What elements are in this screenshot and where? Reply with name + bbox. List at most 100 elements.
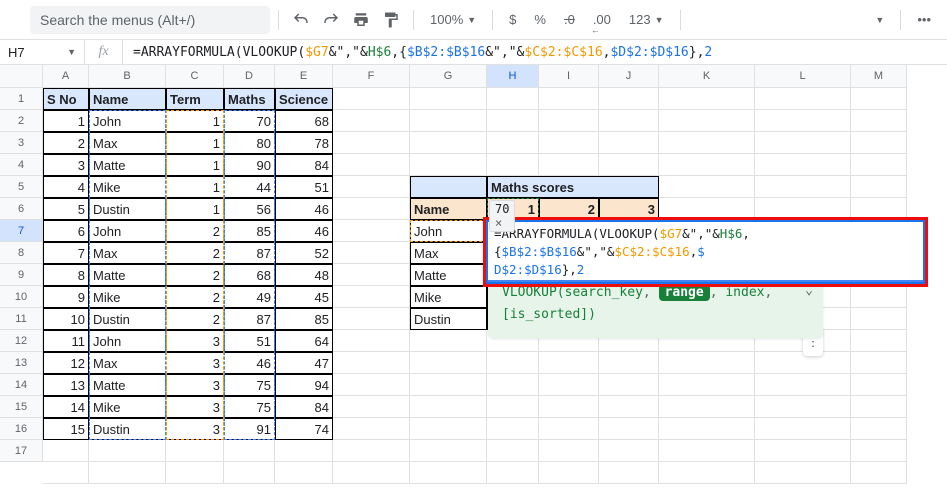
grid-cell[interactable]	[599, 154, 659, 176]
grid-cell[interactable]	[487, 418, 539, 440]
grid-cell[interactable]	[659, 88, 755, 110]
row-header-3[interactable]: 3	[0, 132, 43, 154]
grid-cell[interactable]: 51	[275, 176, 333, 198]
grid-cell[interactable]	[539, 396, 599, 418]
grid-cell[interactable]: 5	[43, 198, 89, 220]
menu-search-input[interactable]: Search the menus (Alt+/)	[30, 6, 270, 34]
grid-cell[interactable]	[333, 176, 410, 198]
grid-cell[interactable]: 75	[224, 374, 275, 396]
more-formats-dropdown[interactable]: 123▼	[621, 6, 672, 34]
paint-format-icon[interactable]	[377, 6, 405, 34]
grid-cell[interactable]	[487, 110, 539, 132]
grid-cell[interactable]	[333, 132, 410, 154]
grid-cell[interactable]: 91	[224, 418, 275, 440]
grid-cell[interactable]	[539, 418, 599, 440]
row-header-12[interactable]: 12	[0, 330, 43, 352]
grid-cell[interactable]: 56	[224, 198, 275, 220]
print-icon[interactable]	[347, 6, 375, 34]
grid-cell[interactable]	[487, 352, 539, 374]
grid-cell[interactable]: Matte	[410, 264, 487, 286]
grid-cell[interactable]: 6	[43, 220, 89, 242]
grid-cell[interactable]	[487, 396, 539, 418]
column-header-E[interactable]: E	[275, 65, 333, 88]
grid-cell[interactable]: 10	[43, 308, 89, 330]
grid-cell[interactable]	[851, 352, 907, 374]
grid-cell[interactable]: John	[89, 220, 166, 242]
grid-cell[interactable]	[755, 88, 851, 110]
zoom-dropdown[interactable]: 100%▼	[422, 6, 484, 34]
grid-cell[interactable]	[599, 110, 659, 132]
grid-cell[interactable]	[539, 110, 599, 132]
grid-cell[interactable]: 3	[166, 352, 224, 374]
grid-cell[interactable]	[333, 110, 410, 132]
row-header-14[interactable]: 14	[0, 374, 43, 396]
grid-cell[interactable]	[851, 110, 907, 132]
grid-cell[interactable]: S No	[43, 88, 89, 110]
grid-cell[interactable]	[166, 462, 224, 484]
grid-cell[interactable]	[599, 352, 659, 374]
grid-cell[interactable]: 52	[275, 242, 333, 264]
grid-cell[interactable]	[333, 88, 410, 110]
grid-cell[interactable]	[539, 462, 599, 484]
grid-cell[interactable]: 87	[224, 242, 275, 264]
grid-cell[interactable]: Dustin	[89, 198, 166, 220]
grid-cell[interactable]	[89, 440, 166, 462]
grid-cell[interactable]	[755, 110, 851, 132]
font-dropdown[interactable]: ▼	[863, 6, 892, 34]
grid-cell[interactable]: 2	[166, 308, 224, 330]
format-currency-button[interactable]: $	[501, 6, 524, 34]
grid-cell[interactable]	[487, 462, 539, 484]
grid-cell[interactable]: 45	[275, 286, 333, 308]
grid-cell[interactable]	[410, 396, 487, 418]
column-header-J[interactable]: J	[599, 65, 659, 88]
row-header-2[interactable]: 2	[0, 110, 43, 132]
grid-cell[interactable]	[659, 352, 755, 374]
grid-cell[interactable]	[410, 418, 487, 440]
grid-cell[interactable]	[410, 176, 487, 198]
grid-cell[interactable]	[333, 462, 410, 484]
column-header-D[interactable]: D	[224, 65, 275, 88]
column-header-H[interactable]: H	[487, 65, 539, 88]
grid-cell[interactable]: 3	[166, 374, 224, 396]
grid-cell[interactable]	[599, 396, 659, 418]
grid-cell[interactable]	[410, 132, 487, 154]
grid-cell[interactable]: 1	[166, 154, 224, 176]
grid-cell[interactable]	[487, 374, 539, 396]
grid-cell[interactable]: Max	[89, 352, 166, 374]
grid-cell[interactable]: Dustin	[410, 308, 487, 330]
format-percent-button[interactable]: %	[526, 6, 554, 34]
row-header-8[interactable]: 8	[0, 242, 43, 264]
name-box[interactable]: H7▼	[0, 40, 85, 64]
grid-cell[interactable]	[851, 374, 907, 396]
grid-cell[interactable]	[539, 352, 599, 374]
row-header-17[interactable]: 17	[0, 440, 43, 462]
grid-cell[interactable]: 13	[43, 374, 89, 396]
grid-cell[interactable]	[333, 396, 410, 418]
grid-cell[interactable]: 9	[43, 286, 89, 308]
grid-cell[interactable]: 70	[224, 110, 275, 132]
grid-cell[interactable]	[851, 440, 907, 462]
grid-cell[interactable]: John	[89, 330, 166, 352]
grid-cell[interactable]	[599, 440, 659, 462]
grid-cell[interactable]	[659, 176, 755, 198]
grid-cell[interactable]: 2	[43, 132, 89, 154]
column-header-I[interactable]: I	[539, 65, 599, 88]
grid-cell[interactable]	[659, 110, 755, 132]
grid-cell[interactable]	[659, 154, 755, 176]
grid-cell[interactable]	[851, 308, 907, 330]
grid-cell[interactable]: Term	[166, 88, 224, 110]
grid-cell[interactable]	[410, 110, 487, 132]
grid-cell[interactable]: 78	[275, 132, 333, 154]
grid-cell[interactable]: 75	[224, 396, 275, 418]
grid-cell[interactable]	[224, 440, 275, 462]
grid-cell[interactable]: Mike	[410, 286, 487, 308]
grid-cell[interactable]	[755, 176, 851, 198]
grid-cell[interactable]: 46	[224, 352, 275, 374]
grid-cell[interactable]	[659, 440, 755, 462]
grid-cell[interactable]	[410, 374, 487, 396]
grid-cell[interactable]	[333, 440, 410, 462]
column-header-B[interactable]: B	[89, 65, 166, 88]
grid-cell[interactable]: 44	[224, 176, 275, 198]
column-header-L[interactable]: L	[755, 65, 851, 88]
grid-cell[interactable]: Dustin	[89, 308, 166, 330]
